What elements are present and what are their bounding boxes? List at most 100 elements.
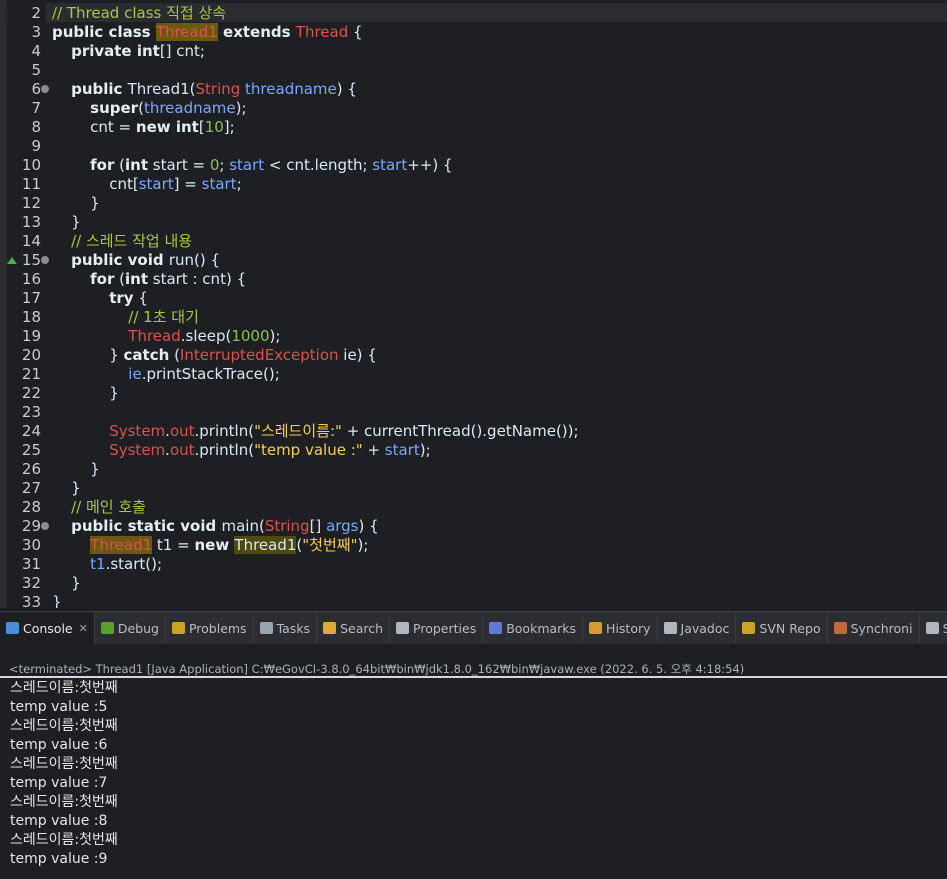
code-token: start	[384, 441, 420, 459]
console-output[interactable]: 스레드이름:첫번째 temp value :5 스레드이름:첫번째 temp valu…	[0, 678, 947, 879]
code-editor[interactable]: 2 3 4 5 6 7 8 9 10 11 12 13 14 15 16 17 18 19 20 21 22 23 24 25…	[0, 0, 947, 608]
tab-history[interactable]: History	[583, 612, 658, 644]
code-line[interactable]: } catch (InterruptedException ie) {	[46, 346, 947, 365]
code-line[interactable]: cnt = new int[10];	[46, 118, 947, 137]
line-number-11: 11	[7, 175, 46, 194]
code-token: }	[52, 213, 81, 231]
tab-label: Tasks	[276, 620, 311, 636]
code-line[interactable]: System.out.println("스레드이름:" + currentThr…	[46, 422, 947, 441]
console-line: 스레드이름:첫번째	[10, 794, 118, 810]
tab-label: Synchroni	[850, 620, 913, 636]
code-line[interactable]: }	[46, 194, 947, 213]
line-number-9: 9	[7, 137, 46, 156]
code-line[interactable]: System.out.println("temp value :" + star…	[46, 441, 947, 460]
code-token: start	[201, 175, 237, 193]
code-token: "첫번째"	[302, 536, 358, 554]
code-line[interactable]: private int[] cnt;	[46, 42, 947, 61]
code-line[interactable]: public static void main(String[] args) {	[46, 517, 947, 536]
code-line[interactable]: // 메인 호출	[46, 498, 947, 517]
line-number: 33	[21, 593, 41, 608]
tab-sql-result[interactable]: SQL Result	[920, 612, 947, 644]
code-line[interactable]: t1.start();	[46, 555, 947, 574]
code-line[interactable]: public void run() {	[46, 251, 947, 270]
code-line[interactable]: for (int start = 0; start < cnt.length; …	[46, 156, 947, 175]
line-number-29: 29	[7, 517, 49, 536]
line-number-20: 20	[7, 346, 46, 365]
code-token: super	[90, 99, 139, 117]
code-line[interactable]: Thread.sleep(1000);	[46, 327, 947, 346]
code-line[interactable]	[46, 137, 947, 156]
tab-properties[interactable]: Properties	[390, 612, 484, 644]
line-number-17: 17	[7, 289, 46, 308]
tasks-icon	[259, 622, 273, 634]
tab-javadoc[interactable]: Javadoc	[658, 612, 737, 644]
code-token: ];	[223, 118, 235, 136]
code-line[interactable]: // Thread class 직접 상속	[46, 4, 947, 23]
line-number: 28	[21, 498, 41, 516]
code-line[interactable]: ie.printStackTrace();	[46, 365, 947, 384]
tab-label: Search	[340, 620, 384, 636]
tab-synchroni[interactable]: Synchroni	[828, 612, 920, 644]
line-number: 26	[21, 460, 41, 478]
line-number: 2	[31, 4, 41, 22]
code-line[interactable]: }	[46, 213, 947, 232]
line-number: 12	[21, 194, 41, 212]
code-line[interactable]: public class Thread1 extends Thread {	[46, 23, 947, 42]
console-line: temp value :5	[10, 699, 108, 715]
code-token: public class	[52, 23, 156, 41]
tab-search[interactable]: Search	[317, 612, 391, 644]
code-token: System	[109, 422, 166, 440]
tab-console[interactable]: Console ✕	[0, 612, 95, 644]
code-token: .println(	[194, 422, 255, 440]
code-token: catch	[123, 346, 170, 364]
code-token: threadname	[143, 99, 236, 117]
code-line[interactable]: cnt[start] = start;	[46, 175, 947, 194]
code-token: int	[125, 156, 149, 174]
code-line[interactable]: // 스레드 작업 내용	[46, 232, 947, 251]
code-line[interactable]: }	[46, 574, 947, 593]
tab-problems[interactable]: Problems	[166, 612, 254, 644]
code-line[interactable]: }	[46, 384, 947, 403]
properties-icon	[396, 622, 410, 634]
tab-svn-repo[interactable]: SVN Repo	[736, 612, 828, 644]
code-line[interactable]: for (int start : cnt) {	[46, 270, 947, 289]
code-token: main(	[221, 517, 265, 535]
line-number: 17	[21, 289, 41, 307]
code-token: System	[109, 441, 166, 459]
close-icon[interactable]: ✕	[79, 622, 88, 635]
code-token: +	[362, 441, 385, 459]
code-token: start : cnt) {	[148, 270, 247, 288]
code-token: t1	[90, 555, 106, 573]
code-line[interactable]: public Thread1(String threadname) {	[46, 80, 947, 99]
code-token: // 메인 호출	[71, 498, 146, 516]
tab-bookmarks[interactable]: Bookmarks	[483, 612, 584, 644]
code-token: }	[52, 574, 81, 592]
tab-debug[interactable]: Debug	[95, 612, 166, 644]
code-line[interactable]: }	[46, 593, 947, 608]
line-number-7: 7	[7, 99, 46, 118]
code-line[interactable]: }	[46, 460, 947, 479]
code-line[interactable]	[46, 61, 947, 80]
console-header: <terminated> Thread1 [Java Application] …	[0, 644, 947, 678]
code-token: + currentThread().getName());	[341, 422, 579, 440]
code-line[interactable]: Thread1 t1 = new Thread1("첫번째");	[46, 536, 947, 555]
code-line[interactable]: try {	[46, 289, 947, 308]
line-number-5: 5	[7, 61, 46, 80]
line-number: 5	[31, 61, 41, 79]
tab-tasks[interactable]: Tasks	[254, 612, 318, 644]
code-token: threadname	[245, 80, 337, 98]
code-line[interactable]	[46, 403, 947, 422]
code-line[interactable]: super(threadname);	[46, 99, 947, 118]
line-number-18: 18	[7, 308, 46, 327]
code-line[interactable]: // 1초 대기	[46, 308, 947, 327]
code-area[interactable]: // Thread class 직접 상속 public class Thread…	[46, 0, 947, 608]
line-number-31: 31	[7, 555, 46, 574]
line-number: 32	[21, 574, 41, 592]
code-line[interactable]: }	[46, 479, 947, 498]
